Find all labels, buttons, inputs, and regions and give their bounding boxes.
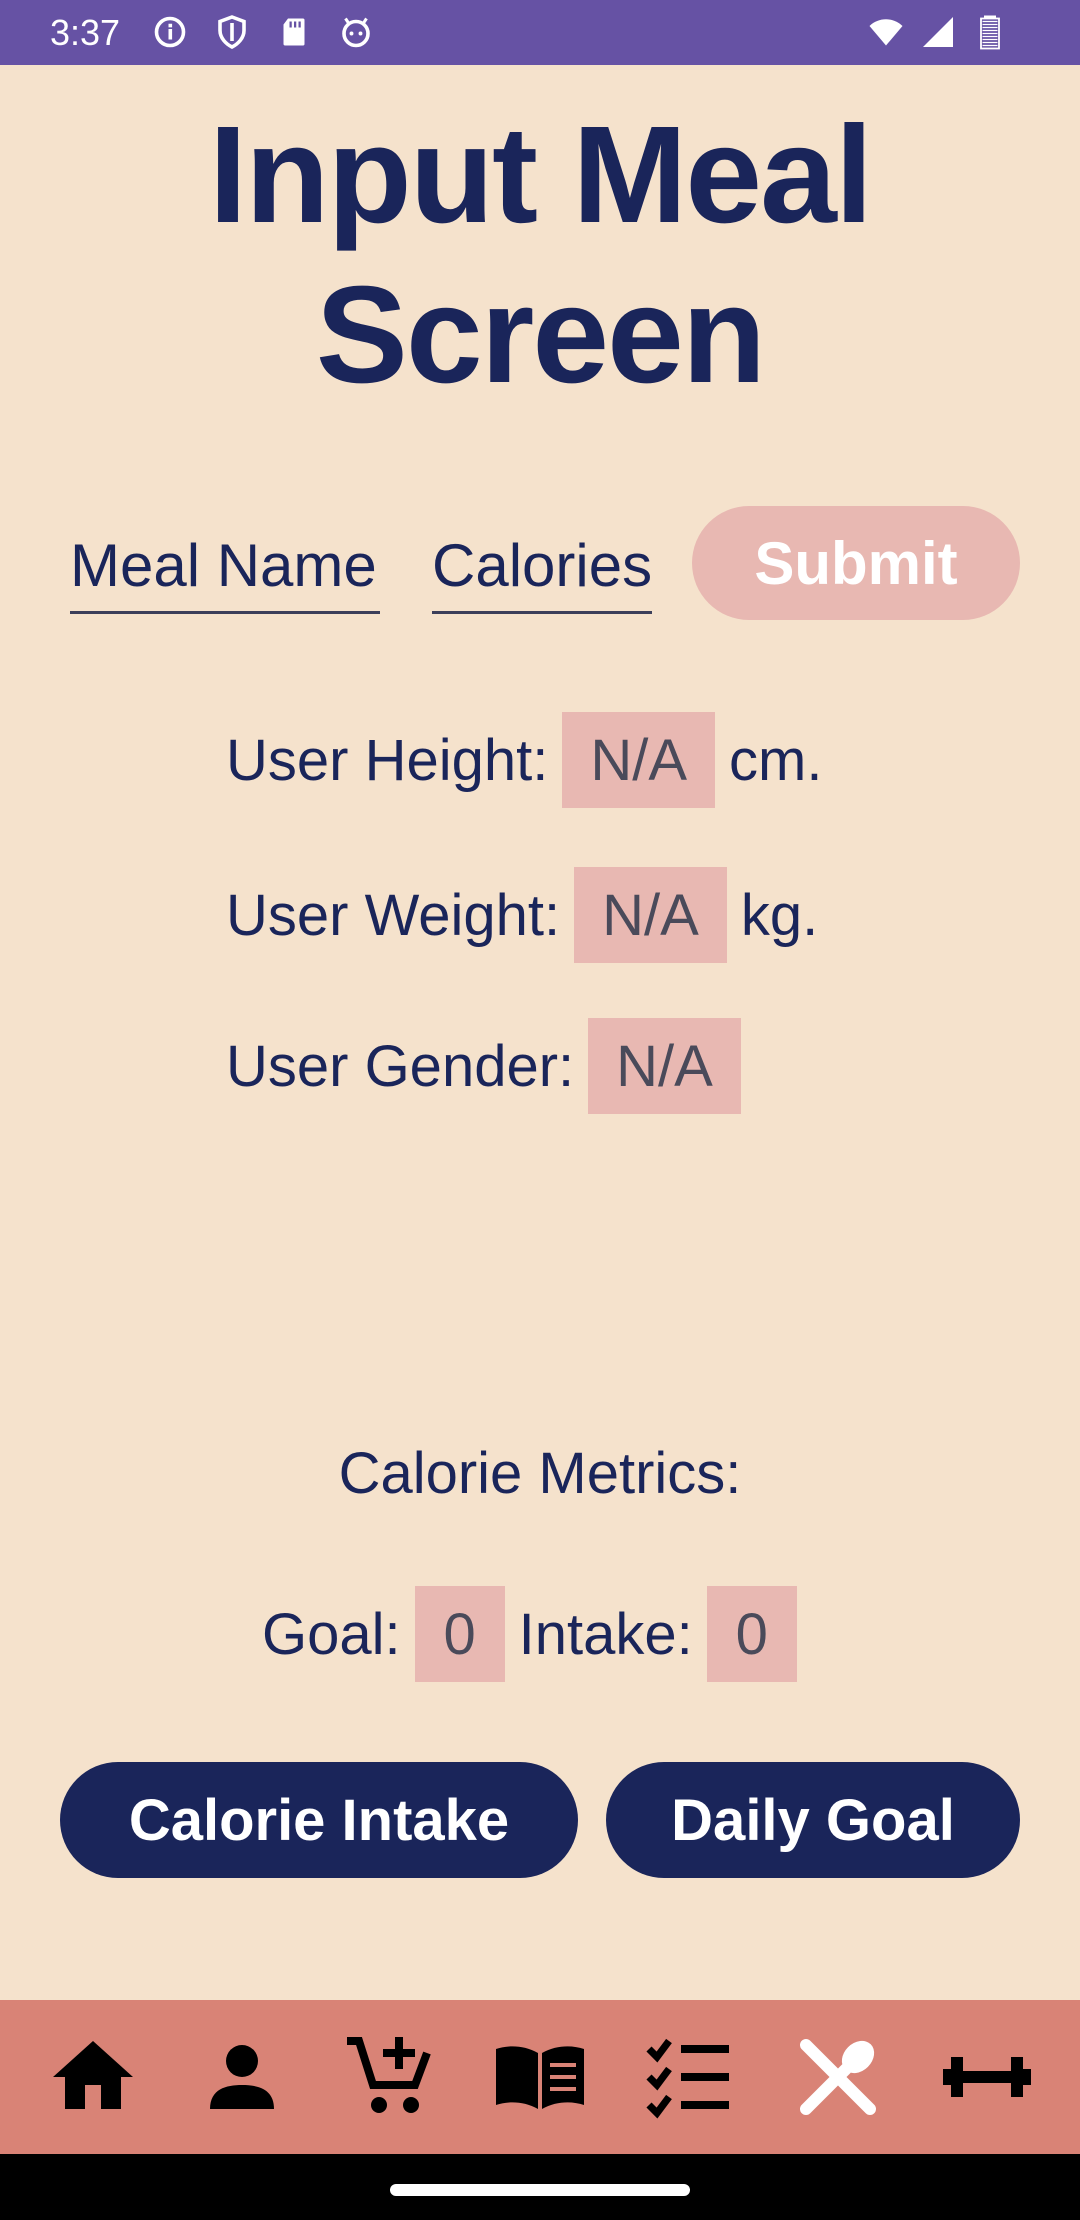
wifi-icon <box>868 14 904 50</box>
shield-icon <box>214 14 250 50</box>
status-bar: 3:37 <box>0 0 1080 65</box>
goal-value: 0 <box>414 1586 505 1682</box>
checklist-icon <box>646 2038 730 2119</box>
sd-card-icon <box>276 14 312 50</box>
user-gender-label: User Gender: <box>226 1033 575 1099</box>
status-icons-right <box>868 14 1008 50</box>
battery-icon <box>972 14 1008 50</box>
nav-recipes[interactable] <box>485 2022 595 2132</box>
book-icon <box>495 2046 584 2109</box>
calorie-intake-button[interactable]: Calorie Intake <box>60 1762 578 1878</box>
signal-icon <box>920 14 956 50</box>
dining-icon <box>800 2039 877 2115</box>
user-height-value: N/A <box>562 712 716 808</box>
user-weight-label: User Weight: <box>226 882 561 948</box>
calorie-metrics-row: Goal: 0 Intake: 0 <box>262 1586 811 1682</box>
calories-input[interactable]: Calories <box>432 528 652 614</box>
page-title: Input Meal Screen <box>0 95 1080 415</box>
page-title-line-1: Input Meal <box>208 98 873 252</box>
nav-profile[interactable] <box>187 2022 297 2132</box>
calorie-metrics-title: Calorie Metrics: <box>338 1441 742 1506</box>
user-gender-row: User Gender: N/A <box>226 1018 755 1114</box>
nav-home[interactable] <box>38 2022 148 2132</box>
dumbbell-icon <box>943 2057 1032 2097</box>
home-gesture-handle[interactable] <box>390 2184 690 2196</box>
intake-value: 0 <box>706 1586 797 1682</box>
user-weight-value: N/A <box>574 867 727 963</box>
user-weight-row: User Weight: N/A kg. <box>226 867 818 963</box>
user-height-row: User Height: N/A cm. <box>226 712 822 808</box>
daily-goal-button[interactable]: Daily Goal <box>606 1762 1020 1878</box>
status-time: 3:37 <box>50 12 121 53</box>
android-icon <box>338 14 374 50</box>
bottom-nav <box>0 2000 1080 2154</box>
intake-label: Intake: <box>518 1601 693 1667</box>
nav-workout[interactable] <box>932 2022 1042 2132</box>
status-icons-left <box>152 14 374 50</box>
info-icon <box>152 14 188 50</box>
user-height-unit: cm. <box>729 727 823 793</box>
add-to-cart-icon <box>346 2037 431 2113</box>
person-icon <box>209 2045 274 2109</box>
nav-checklist[interactable] <box>634 2022 744 2132</box>
user-weight-unit: kg. <box>740 882 819 948</box>
page-title-line-2: Screen <box>315 258 766 412</box>
home-icon <box>52 2041 133 2109</box>
goal-label: Goal: <box>262 1601 401 1667</box>
user-gender-value: N/A <box>588 1018 741 1114</box>
nav-meals[interactable] <box>783 2022 893 2132</box>
submit-button[interactable]: Submit <box>692 506 1020 620</box>
meal-name-input[interactable]: Meal Name <box>70 528 380 614</box>
user-height-label: User Height: <box>226 727 549 793</box>
nav-shopping[interactable] <box>336 2022 446 2132</box>
